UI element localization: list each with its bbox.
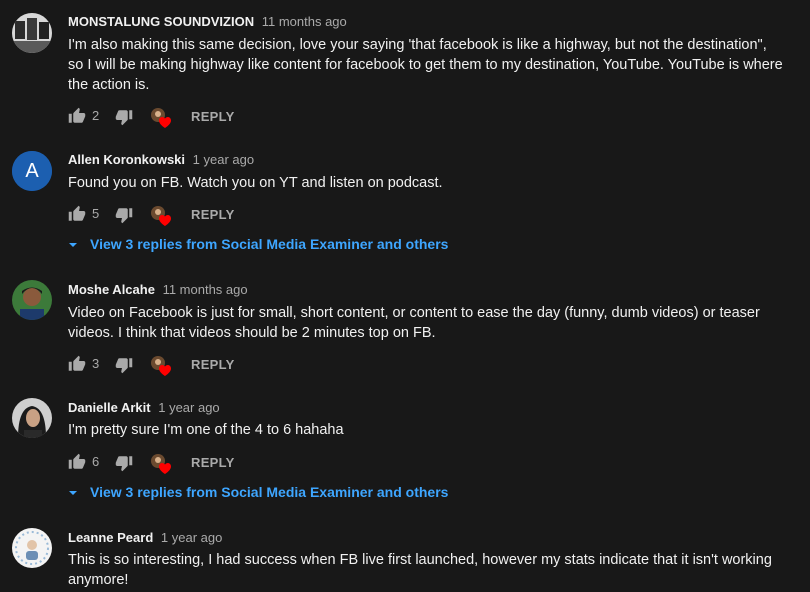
thumbs-up-icon[interactable] bbox=[68, 453, 86, 471]
author-name[interactable]: Danielle Arkit bbox=[68, 400, 151, 415]
creator-heart-icon bbox=[150, 355, 172, 377]
comment-actions: 6 REPLY bbox=[68, 453, 468, 475]
creator-heart-icon bbox=[150, 205, 172, 227]
comment-thread: Danielle Arkit 1 year ago I'm pretty sur… bbox=[0, 390, 810, 520]
comment-thread: Leanne Peard 1 year ago This is so inter… bbox=[0, 520, 810, 592]
comment-header: Allen Koronkowski 1 year ago bbox=[68, 152, 254, 168]
avatar[interactable]: A bbox=[12, 151, 52, 191]
creator-heart-icon bbox=[150, 107, 172, 129]
comment-timestamp[interactable]: 1 year ago bbox=[158, 400, 219, 415]
comment-header: Moshe Alcahe 11 months ago bbox=[68, 282, 248, 298]
like-count: 2 bbox=[92, 108, 100, 123]
view-replies-link[interactable]: View 3 replies from Social Media Examine… bbox=[68, 484, 448, 500]
creator-heart-icon bbox=[150, 453, 172, 475]
comment-actions: 5 REPLY bbox=[68, 205, 468, 227]
avatar[interactable] bbox=[12, 13, 52, 53]
reply-button[interactable]: REPLY bbox=[191, 455, 235, 470]
comment-header: MONSTALUNG SOUNDVIZION 11 months ago bbox=[68, 14, 347, 30]
thumbs-down-icon[interactable] bbox=[115, 108, 133, 126]
view-replies-label: View 3 replies from Social Media Examine… bbox=[90, 236, 449, 252]
thumbs-up-icon[interactable] bbox=[68, 355, 86, 373]
author-name[interactable]: Moshe Alcahe bbox=[68, 282, 155, 297]
comment-timestamp[interactable]: 1 year ago bbox=[193, 152, 254, 167]
reply-button[interactable]: REPLY bbox=[191, 357, 235, 372]
chevron-down-icon bbox=[68, 484, 78, 500]
thumbs-up-icon[interactable] bbox=[68, 107, 86, 125]
comment-header: Leanne Peard 1 year ago bbox=[68, 530, 222, 546]
comment-timestamp[interactable]: 11 months ago bbox=[163, 282, 248, 297]
avatar[interactable] bbox=[12, 398, 52, 438]
comment-text: Video on Facebook is just for small, sho… bbox=[68, 305, 760, 341]
avatar[interactable] bbox=[12, 280, 52, 320]
view-replies-label: View 3 replies from Social Media Examine… bbox=[90, 484, 449, 500]
view-replies-link[interactable]: View 3 replies from Social Media Examine… bbox=[68, 236, 448, 252]
reply-button[interactable]: REPLY bbox=[191, 109, 235, 124]
like-count: 3 bbox=[92, 356, 100, 371]
comment-timestamp[interactable]: 1 year ago bbox=[161, 530, 222, 545]
chevron-down-icon bbox=[68, 236, 78, 252]
thumbs-down-icon[interactable] bbox=[115, 206, 133, 224]
comment-text: I'm pretty sure I'm one of the 4 to 6 ha… bbox=[68, 422, 344, 438]
comment-text: Found you on FB. Watch you on YT and lis… bbox=[68, 175, 443, 191]
author-name[interactable]: Allen Koronkowski bbox=[68, 152, 185, 167]
comment-thread: A Allen Koronkowski 1 year ago Found you… bbox=[0, 140, 810, 270]
comment-actions: 3 REPLY bbox=[68, 355, 468, 377]
comment-text: I'm also making this same decision, love… bbox=[68, 37, 783, 93]
like-count: 5 bbox=[92, 206, 100, 221]
comment-text: This is so interesting, I had success wh… bbox=[68, 552, 772, 588]
thumbs-down-icon[interactable] bbox=[115, 454, 133, 472]
author-name[interactable]: MONSTALUNG SOUNDVIZION bbox=[68, 14, 254, 29]
comment-thread: Moshe Alcahe 11 months ago Video on Face… bbox=[0, 270, 810, 390]
like-count: 6 bbox=[92, 454, 100, 469]
comment-actions: 2 REPLY bbox=[68, 107, 468, 129]
comment-header: Danielle Arkit 1 year ago bbox=[68, 400, 220, 416]
thumbs-up-icon[interactable] bbox=[68, 205, 86, 223]
comment-thread: MONSTALUNG SOUNDVIZION 11 months ago I'm… bbox=[0, 0, 810, 140]
avatar-letter: A bbox=[25, 160, 39, 182]
author-name[interactable]: Leanne Peard bbox=[68, 530, 153, 545]
avatar[interactable] bbox=[12, 528, 52, 568]
reply-button[interactable]: REPLY bbox=[191, 207, 235, 222]
comment-timestamp[interactable]: 11 months ago bbox=[262, 14, 347, 29]
thumbs-down-icon[interactable] bbox=[115, 356, 133, 374]
